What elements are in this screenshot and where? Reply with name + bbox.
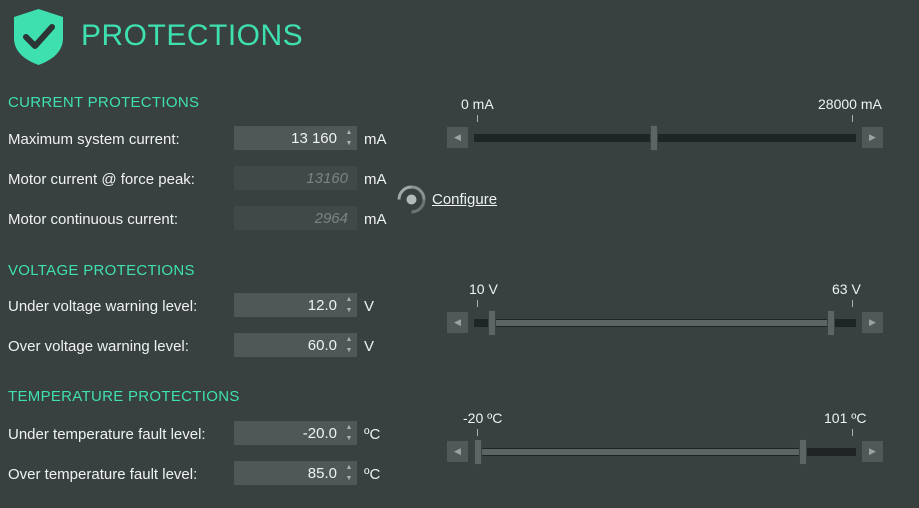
temperature-protections-title: TEMPERATURE PROTECTIONS bbox=[8, 388, 240, 405]
current-range-max-tick bbox=[852, 115, 853, 122]
under-voltage-warning-label: Under voltage warning level: bbox=[8, 298, 198, 315]
motor-current-force-peak-label: Motor current @ force peak: bbox=[8, 171, 195, 188]
caret-right-icon: ▶ bbox=[869, 132, 876, 142]
current-range-max-label: 28000 mA bbox=[818, 96, 882, 112]
caret-left-icon: ◀ bbox=[454, 317, 461, 327]
over-voltage-warning-value: 60.0 bbox=[307, 337, 337, 354]
over-temperature-fault-unit: ºC bbox=[364, 466, 381, 483]
voltage-range-max-label: 63 V bbox=[832, 281, 861, 297]
under-temperature-fault-unit: ºC bbox=[364, 426, 381, 443]
caret-up-icon[interactable]: ▲ bbox=[344, 127, 354, 138]
under-temperature-fault-value: -20.0 bbox=[302, 425, 337, 442]
under-temperature-fault-label: Under temperature fault level: bbox=[8, 426, 206, 443]
motor-continuous-current-field: 2964 bbox=[234, 206, 357, 230]
max-system-current-unit: mA bbox=[364, 131, 387, 148]
caret-down-icon[interactable]: ▼ bbox=[344, 345, 354, 356]
max-system-current-input[interactable]: 13 160 ▲ ▼ bbox=[234, 126, 357, 150]
temperature-range-min-label: -20 ºC bbox=[463, 410, 503, 426]
voltage-range-left-button[interactable]: ◀ bbox=[447, 312, 468, 333]
caret-down-icon[interactable]: ▼ bbox=[344, 305, 354, 316]
max-system-current-label: Maximum system current: bbox=[8, 131, 180, 148]
caret-right-icon: ▶ bbox=[869, 446, 876, 456]
temperature-range-low-handle[interactable] bbox=[474, 439, 482, 465]
motor-current-force-peak-unit: mA bbox=[364, 171, 387, 188]
temperature-range-high-handle[interactable] bbox=[799, 439, 807, 465]
motor-current-force-peak-value: 13160 bbox=[306, 170, 348, 187]
current-protections-title: CURRENT PROTECTIONS bbox=[8, 94, 200, 111]
motor-current-force-peak-field: 13160 bbox=[234, 166, 357, 190]
voltage-range-min-label: 10 V bbox=[469, 281, 498, 297]
caret-down-icon[interactable]: ▼ bbox=[344, 138, 354, 149]
temperature-range-left-button[interactable]: ◀ bbox=[447, 441, 468, 462]
over-voltage-warning-input[interactable]: 60.0 ▲ ▼ bbox=[234, 333, 357, 357]
caret-up-icon[interactable]: ▲ bbox=[344, 334, 354, 345]
page-title: PROTECTIONS bbox=[81, 19, 304, 52]
temperature-range-right-button[interactable]: ▶ bbox=[862, 441, 883, 462]
caret-left-icon: ◀ bbox=[454, 132, 461, 142]
caret-up-icon[interactable]: ▲ bbox=[344, 294, 354, 305]
temperature-range-fill bbox=[482, 449, 799, 455]
configure-link[interactable]: Configure bbox=[432, 191, 497, 208]
over-voltage-warning-label: Over voltage warning level: bbox=[8, 338, 189, 355]
temperature-range-min-tick bbox=[477, 429, 478, 436]
current-range-right-button[interactable]: ▶ bbox=[862, 127, 883, 148]
caret-down-icon[interactable]: ▼ bbox=[344, 433, 354, 444]
voltage-range-max-tick bbox=[852, 300, 853, 307]
motor-continuous-current-value: 2964 bbox=[314, 210, 348, 227]
caret-down-icon[interactable]: ▼ bbox=[344, 473, 354, 484]
current-range-track[interactable] bbox=[474, 134, 856, 142]
shield-check-icon bbox=[14, 9, 63, 65]
caret-right-icon: ▶ bbox=[869, 317, 876, 327]
current-range-left-button[interactable]: ◀ bbox=[447, 127, 468, 148]
voltage-range-min-tick bbox=[477, 300, 478, 307]
under-voltage-warning-value: 12.0 bbox=[307, 297, 337, 314]
current-range-min-label: 0 mA bbox=[461, 96, 494, 112]
voltage-range-fill bbox=[496, 320, 827, 326]
caret-up-icon[interactable]: ▲ bbox=[344, 462, 354, 473]
max-system-current-value: 13 160 bbox=[291, 130, 337, 147]
under-voltage-warning-unit: V bbox=[364, 298, 375, 315]
over-temperature-fault-label: Over temperature fault level: bbox=[8, 466, 198, 483]
under-temperature-fault-input[interactable]: -20.0 ▲ ▼ bbox=[234, 421, 357, 445]
voltage-range-high-handle[interactable] bbox=[827, 310, 835, 336]
motor-continuous-current-unit: mA bbox=[364, 211, 387, 228]
temperature-range-max-label: 101 ºC bbox=[824, 410, 867, 426]
voltage-protections-title: VOLTAGE PROTECTIONS bbox=[8, 262, 195, 279]
loading-spinner-icon[interactable] bbox=[396, 184, 427, 215]
over-temperature-fault-input[interactable]: 85.0 ▲ ▼ bbox=[234, 461, 357, 485]
voltage-range-right-button[interactable]: ▶ bbox=[862, 312, 883, 333]
current-range-min-tick bbox=[477, 115, 478, 122]
motor-continuous-current-label: Motor continuous current: bbox=[8, 211, 179, 228]
temperature-range-max-tick bbox=[852, 429, 853, 436]
caret-up-icon[interactable]: ▲ bbox=[344, 422, 354, 433]
over-temperature-fault-value: 85.0 bbox=[307, 465, 337, 482]
under-voltage-warning-input[interactable]: 12.0 ▲ ▼ bbox=[234, 293, 357, 317]
caret-left-icon: ◀ bbox=[454, 446, 461, 456]
voltage-range-low-handle[interactable] bbox=[488, 310, 496, 336]
current-range-handle[interactable] bbox=[650, 125, 658, 151]
over-voltage-warning-unit: V bbox=[364, 338, 375, 355]
